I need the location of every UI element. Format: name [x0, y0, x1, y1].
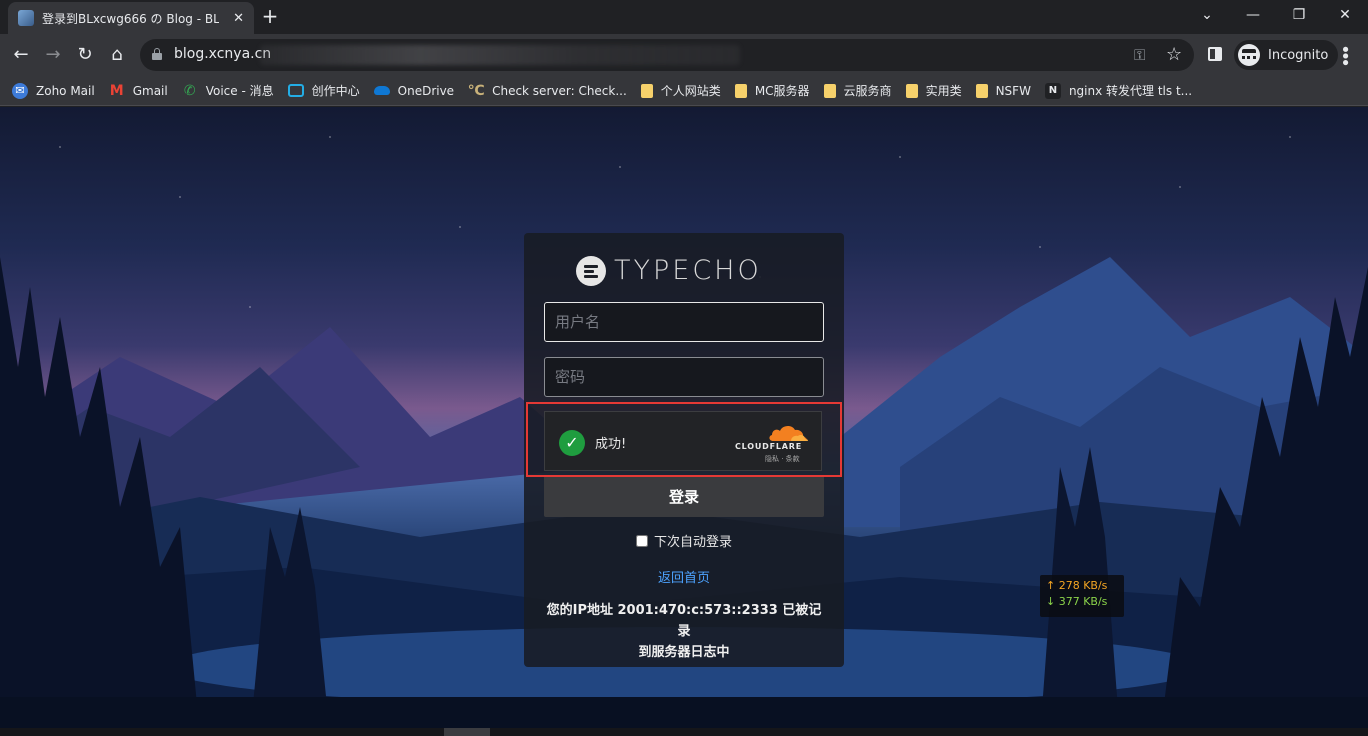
incognito-label: Incognito	[1268, 47, 1329, 63]
taskbar-edge	[0, 728, 1368, 736]
privacy-terms-links[interactable]: 隐私 · 条款	[765, 454, 800, 464]
forward-arrow-icon[interactable]: →	[40, 42, 66, 68]
incognito-icon	[1238, 44, 1260, 66]
network-speed-overlay: ↑ 278 KB/s ↓ 377 KB/s	[1040, 575, 1124, 617]
tab-title: 登录到BLxcwg666 の Blog - BLxcw	[42, 11, 220, 26]
bookmark-gmail[interactable]: M Gmail	[109, 83, 168, 99]
site-favicon-icon	[18, 10, 34, 26]
bilibili-icon	[287, 84, 304, 97]
new-tab-button[interactable]: +	[258, 5, 282, 29]
remember-me[interactable]: 下次自动登录	[524, 531, 844, 550]
key-icon[interactable]: ⚿	[1134, 46, 1145, 64]
remember-me-label: 下次自动登录	[653, 535, 732, 550]
address-bar[interactable]: blog.xcnya.cn ⚿ ☆	[140, 39, 1194, 71]
typecho-logo-icon	[576, 255, 606, 286]
cloudflare-cloud-icon	[769, 425, 809, 441]
ip-logged-notice: 您的IP地址 2001:470:c:573::2333 已被记录 到服务器日志中	[544, 600, 824, 663]
bookmark-nginx[interactable]: Nnginx 转发代理 tls t...	[1044, 82, 1192, 99]
home-icon[interactable]: ⌂	[104, 42, 130, 68]
bookmark-voice[interactable]: ✆ Voice - 消息	[182, 82, 274, 99]
reload-icon[interactable]: ↻	[72, 42, 98, 68]
check-icon: ℃	[467, 82, 485, 99]
back-to-home-link[interactable]: 返回首页	[524, 567, 844, 586]
browser-tab[interactable]: 登录到BLxcwg666 の Blog - BLxcw ✕	[8, 2, 254, 34]
login-card: TYPECHO ✓ 成功! CLOUDFLARE 隐私 · 条款 登录 下次自动…	[524, 233, 844, 667]
typecho-logo: TYPECHO	[576, 255, 762, 286]
folder-icon	[640, 83, 653, 98]
bookmark-star-icon[interactable]: ☆	[1166, 44, 1182, 65]
download-speed: ↓ 377 KB/s	[1046, 595, 1108, 608]
login-submit-button[interactable]: 登录	[544, 477, 824, 517]
close-tab-icon[interactable]: ✕	[233, 11, 244, 26]
incognito-profile-button[interactable]: Incognito	[1234, 40, 1339, 70]
bookmark-onedrive[interactable]: OneDrive	[373, 84, 454, 98]
close-window-button[interactable]: ✕	[1322, 4, 1368, 28]
title-bar: 登录到BLxcwg666 の Blog - BLxcw ✕ + ⌄ — ❐ ✕	[0, 0, 1368, 34]
folder-icon	[823, 83, 836, 98]
bookmark-check-server[interactable]: ℃ Check server: Check...	[468, 83, 627, 99]
lock-icon[interactable]	[152, 48, 162, 60]
ip-notice-line-1: 您的IP地址 2001:470:c:573::2333 已被记录	[546, 603, 822, 639]
page-background: TYPECHO ✓ 成功! CLOUDFLARE 隐私 · 条款 登录 下次自动…	[0, 107, 1368, 736]
notion-icon: N	[1044, 82, 1061, 99]
username-input[interactable]	[544, 302, 824, 342]
redacted-url-area	[260, 45, 740, 65]
ip-notice-line-2: 到服务器日志中	[638, 645, 730, 660]
success-check-icon: ✓	[559, 430, 585, 456]
back-arrow-icon[interactable]: ←	[8, 42, 34, 68]
cloudflare-turnstile-widget[interactable]: ✓ 成功! CLOUDFLARE 隐私 · 条款	[544, 411, 822, 471]
upload-speed: ↑ 278 KB/s	[1046, 579, 1108, 592]
folder-icon	[975, 83, 988, 98]
bookmark-folder-cloud-providers[interactable]: 云服务商	[823, 82, 892, 99]
more-menu-icon[interactable]: •••	[1334, 44, 1355, 64]
cloudflare-brand-text: CLOUDFLARE	[735, 442, 802, 451]
turnstile-status: 成功!	[595, 437, 627, 452]
folder-icon	[734, 83, 747, 98]
side-panel-icon[interactable]	[1208, 47, 1222, 61]
browser-toolbar: ← → ↻ ⌂ blog.xcnya.cn ⚿ ☆ Incognito •••	[0, 34, 1368, 76]
logo-text: TYPECHO	[614, 255, 762, 286]
voice-icon: ✆	[183, 82, 196, 99]
bookmark-creator-center[interactable]: 创作中心	[287, 82, 360, 99]
zoho-icon: ✉	[12, 82, 28, 99]
gmail-icon: M	[109, 82, 124, 99]
bookmark-zoho-mail[interactable]: ✉ Zoho Mail	[12, 82, 95, 99]
onedrive-icon	[373, 86, 390, 95]
bookmark-folder-mc-servers[interactable]: MC服务器	[734, 82, 810, 99]
bookmark-folder-nsfw[interactable]: NSFW	[975, 83, 1031, 98]
bookmarks-bar: ✉ Zoho Mail M Gmail ✆ Voice - 消息 创作中心 OneDr…	[0, 76, 1368, 106]
remember-me-checkbox[interactable]	[635, 535, 648, 547]
url-text[interactable]: blog.xcnya.cn	[174, 46, 271, 62]
bookmark-folder-personal-sites[interactable]: 个人网站类	[640, 82, 721, 99]
bookmark-folder-utilities[interactable]: 实用类	[905, 82, 962, 99]
password-input[interactable]	[544, 357, 824, 397]
restore-button[interactable]: ❐	[1276, 4, 1322, 28]
folder-icon	[905, 83, 918, 98]
minimize-button[interactable]: —	[1230, 4, 1276, 28]
tab-search-icon[interactable]: ⌄	[1184, 4, 1230, 28]
taskbar-active-item	[444, 728, 490, 736]
